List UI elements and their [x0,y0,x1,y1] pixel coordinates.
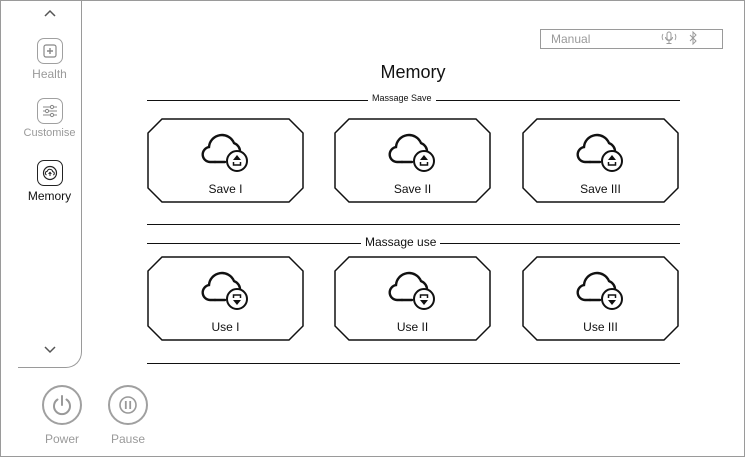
save-slot-2-button[interactable]: Save II [334,118,491,203]
cloud-upload-icon [388,133,435,172]
use-slot-1-button[interactable]: Use I [147,256,304,341]
sidebar-item-label: Customise [23,127,76,139]
card-label: Save III [580,182,621,196]
cloud-upload-icon [576,133,623,172]
mode-label: Manual [551,32,591,46]
cloud-upload-icon [201,133,248,172]
sidebar-item-label: Health [32,67,67,81]
pause-button[interactable]: Pause [108,385,148,446]
cloud-download-icon [388,271,435,310]
sidebar-item-customise[interactable]: Customise [18,98,81,139]
card-label: Use III [583,320,618,334]
cloud-download-icon [201,271,248,310]
cloud-upload-icon [36,160,63,186]
voice-icon [660,31,678,48]
sidebar-item-label: Memory [27,189,72,203]
card-label: Save I [208,182,243,196]
pause-label: Pause [110,432,146,446]
power-icon [42,385,82,425]
section-title-save: Massage Save [368,93,436,103]
cloud-download-icon [576,271,623,310]
card-label: Use I [211,320,240,334]
save-slot-3-button[interactable]: Save III [522,118,679,203]
pause-icon [108,385,148,425]
save-slot-1-button[interactable]: Save I [147,118,304,203]
card-label: Use II [396,320,429,334]
use-slot-3-button[interactable]: Use III [522,256,679,341]
section-divider [147,224,680,225]
page-title: Memory [380,62,446,82]
card-label: Save II [393,182,432,196]
power-label: Power [44,432,79,446]
bluetooth-icon [688,30,698,48]
status-bar: Manual [540,29,723,49]
sliders-icon [36,98,63,124]
scroll-up-icon[interactable] [40,6,60,20]
section-divider [147,363,680,364]
use-slot-2-button[interactable]: Use II [334,256,491,341]
sidebar-item-memory[interactable]: Memory [18,160,81,203]
power-button[interactable]: Power [42,385,82,446]
section-title-use: Massage use [361,235,441,249]
sidebar: Health Customise Memory [18,0,82,368]
scroll-down-icon[interactable] [40,343,60,357]
sidebar-item-health[interactable]: Health [18,38,81,81]
health-plus-icon [36,38,63,64]
